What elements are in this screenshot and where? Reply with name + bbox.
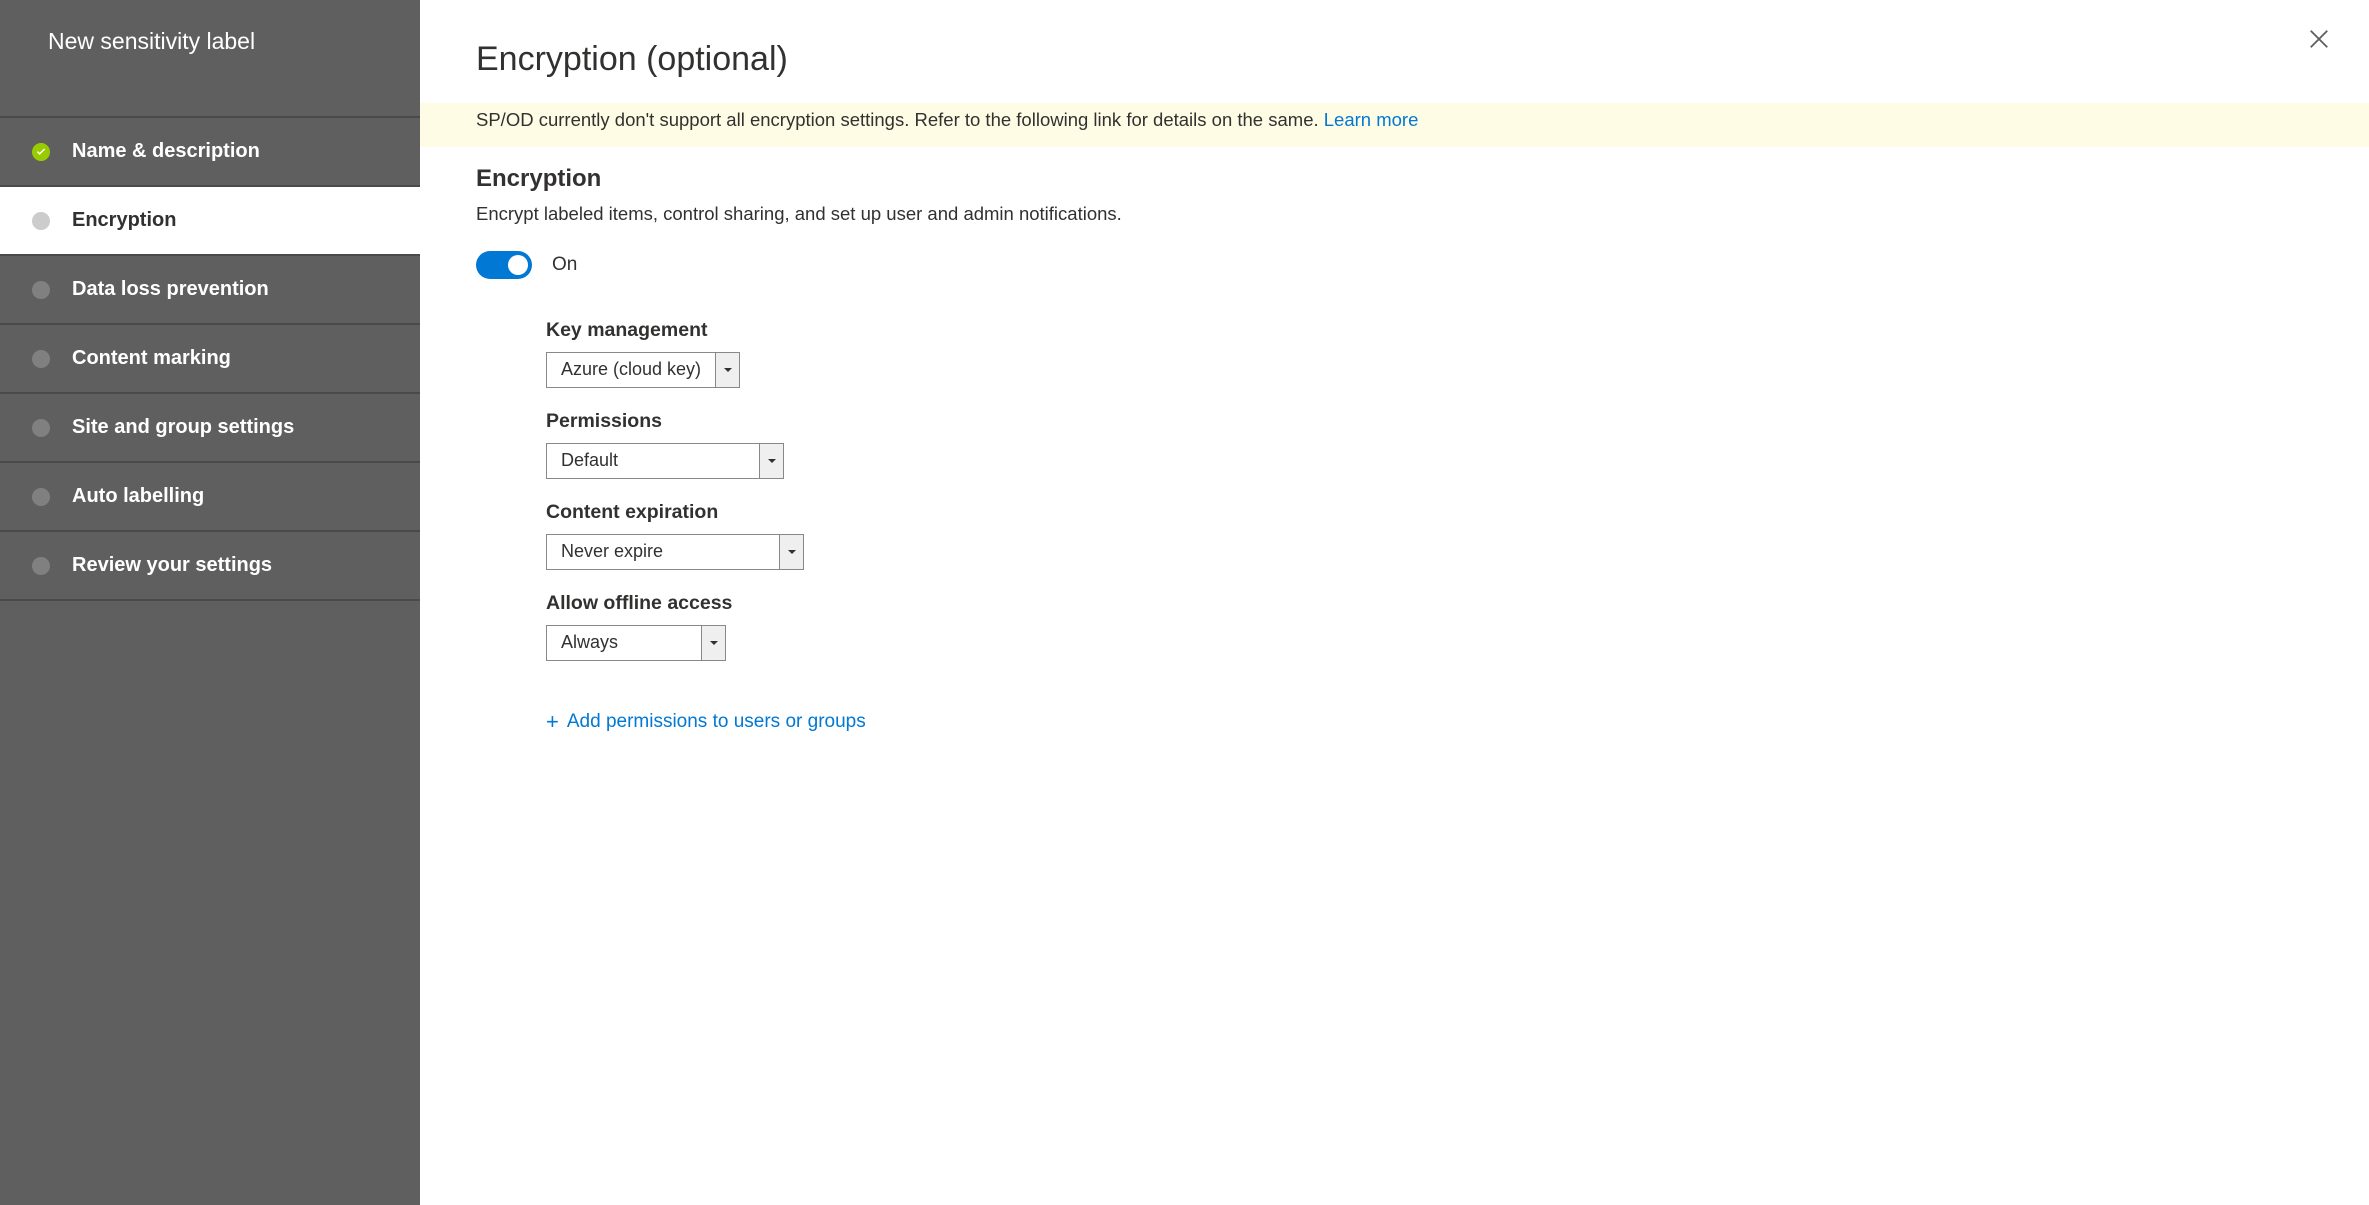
banner-text: SP/OD currently don't support all encryp… <box>476 109 1324 130</box>
step-bullet-icon <box>32 419 50 437</box>
close-button[interactable] <box>2299 20 2339 60</box>
sidebar-item-label: Name & description <box>72 140 260 163</box>
app-root: New sensitivity label Name & description… <box>0 0 2369 1205</box>
encryption-toggle-row: On <box>476 251 2313 279</box>
sidebar-item-label: Encryption <box>72 209 176 232</box>
field-key-management: Key management Azure (cloud key) <box>546 319 2313 388</box>
plus-icon: + <box>546 711 559 733</box>
field-permissions: Permissions Default <box>546 410 2313 479</box>
content-expiration-select[interactable]: Never expire <box>546 534 804 570</box>
select-value: Always <box>547 626 701 660</box>
sidebar-item-label: Content marking <box>72 347 231 370</box>
chevron-down-icon <box>701 626 725 660</box>
close-icon <box>2308 28 2330 53</box>
step-bullet-icon <box>32 212 50 230</box>
permissions-select[interactable]: Default <box>546 443 784 479</box>
sidebar-item-auto-labelling[interactable]: Auto labelling <box>0 463 420 532</box>
step-bullet-icon <box>32 281 50 299</box>
select-value: Never expire <box>547 535 779 569</box>
key-management-label: Key management <box>546 319 2313 342</box>
learn-more-link[interactable]: Learn more <box>1324 109 1419 130</box>
step-bullet-icon <box>32 488 50 506</box>
encryption-toggle[interactable] <box>476 251 532 279</box>
content-expiration-label: Content expiration <box>546 501 2313 524</box>
step-bullet-icon <box>32 350 50 368</box>
toggle-state-label: On <box>552 254 577 276</box>
field-offline-access: Allow offline access Always <box>546 592 2313 661</box>
select-value: Default <box>547 444 759 478</box>
sidebar-item-data-loss-prevention[interactable]: Data loss prevention <box>0 256 420 325</box>
chevron-down-icon <box>759 444 783 478</box>
sidebar-title: New sensitivity label <box>0 0 420 118</box>
step-bullet-icon <box>32 557 50 575</box>
content-area: Encryption Encrypt labeled items, contro… <box>420 147 2369 753</box>
sidebar-item-encryption[interactable]: Encryption <box>0 187 420 256</box>
key-management-select[interactable]: Azure (cloud key) <box>546 352 740 388</box>
sidebar-item-label: Site and group settings <box>72 416 294 439</box>
sidebar-item-label: Data loss prevention <box>72 278 269 301</box>
toggle-knob-icon <box>508 255 528 275</box>
permissions-label: Permissions <box>546 410 2313 433</box>
offline-access-select[interactable]: Always <box>546 625 726 661</box>
sidebar-item-content-marking[interactable]: Content marking <box>0 325 420 394</box>
add-permissions-link[interactable]: + Add permissions to users or groups <box>546 711 866 733</box>
chevron-down-icon <box>715 353 739 387</box>
wizard-sidebar: New sensitivity label Name & description… <box>0 0 420 1205</box>
sidebar-item-label: Auto labelling <box>72 485 204 508</box>
check-icon <box>32 143 50 161</box>
page-title: Encryption (optional) <box>420 0 2369 103</box>
encryption-settings: Key management Azure (cloud key) Permiss… <box>546 319 2313 735</box>
info-banner: SP/OD currently don't support all encryp… <box>420 103 2369 147</box>
field-content-expiration: Content expiration Never expire <box>546 501 2313 570</box>
sidebar-item-review-settings[interactable]: Review your settings <box>0 532 420 601</box>
main-panel: Encryption (optional) SP/OD currently do… <box>420 0 2369 1205</box>
sidebar-item-label: Review your settings <box>72 554 272 577</box>
select-value: Azure (cloud key) <box>547 353 715 387</box>
section-heading: Encryption <box>476 165 2313 193</box>
section-description: Encrypt labeled items, control sharing, … <box>476 203 2313 225</box>
sidebar-item-name-description[interactable]: Name & description <box>0 118 420 187</box>
offline-access-label: Allow offline access <box>546 592 2313 615</box>
chevron-down-icon <box>779 535 803 569</box>
sidebar-item-site-group-settings[interactable]: Site and group settings <box>0 394 420 463</box>
add-permissions-label: Add permissions to users or groups <box>567 711 866 733</box>
